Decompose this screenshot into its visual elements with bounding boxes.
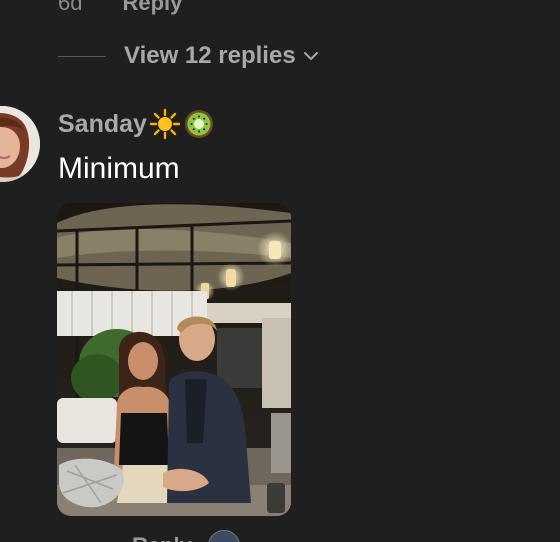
avatar[interactable] [0, 106, 40, 182]
previous-comment-meta: 6d Reply [58, 0, 182, 16]
kiwi-icon [184, 110, 213, 138]
view-replies-button[interactable]: View 12 replies [58, 40, 320, 72]
next-comment-meta: Reply [132, 530, 240, 542]
comment-text: Minimum [58, 152, 180, 185]
reply-button[interactable]: Reply [122, 0, 182, 16]
avatar-image [0, 106, 40, 182]
view-replies-label: View 12 replies [124, 42, 296, 69]
comment-header: Sanday [58, 106, 215, 142]
sun-icon [149, 108, 181, 140]
username[interactable]: Sanday [58, 110, 147, 139]
chevron-down-icon [303, 52, 318, 60]
avatar[interactable] [207, 530, 240, 542]
comments-panel: 6d Reply View 12 replies Sanday Minimum [0, 0, 560, 542]
comment-photo[interactable] [57, 203, 291, 516]
thread-divider [58, 55, 106, 57]
reply-button[interactable]: Reply [132, 533, 192, 542]
couple-photo-image [57, 203, 291, 516]
comment-age: 6d [58, 0, 83, 15]
